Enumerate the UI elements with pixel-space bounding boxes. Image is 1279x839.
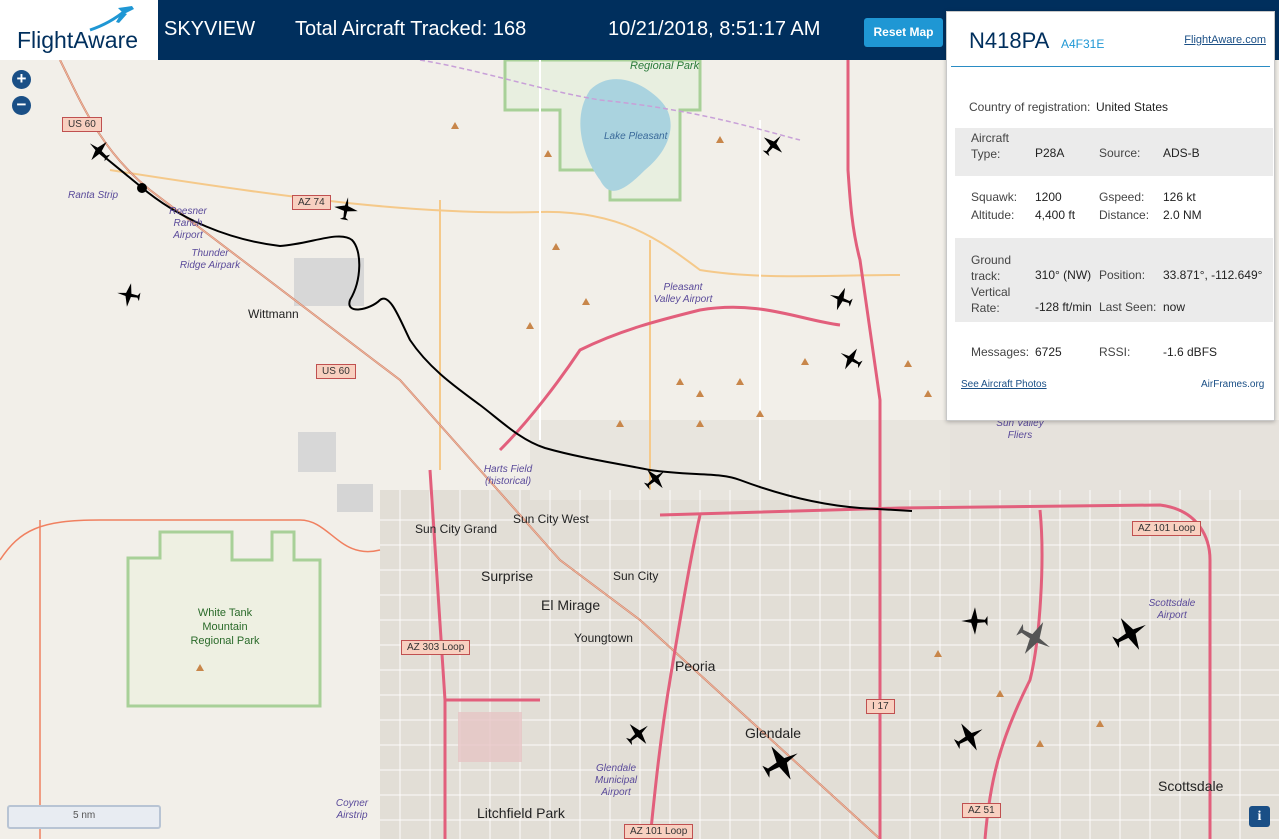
town-label: Scottsdale [1158, 778, 1224, 794]
highway-shield: AZ 51 [962, 803, 1001, 818]
place-label: Ranta Strip [68, 190, 119, 201]
altitude-value: 4,400 ft [1035, 208, 1076, 222]
messages-value: 6725 [1035, 345, 1062, 359]
town-label: Sun City Grand [415, 522, 498, 536]
place-label: Harts Field (historical) [483, 464, 533, 487]
country-label: Country of registration: [969, 100, 1091, 114]
town-label: Sun City West [513, 512, 589, 526]
aircraft-icon[interactable] [952, 720, 986, 754]
aircraft-icon[interactable] [960, 606, 990, 636]
aircraft-icon[interactable] [760, 742, 802, 784]
app-title: SKYVIEW [164, 18, 256, 40]
messages-label: Messages: [971, 345, 1030, 359]
place-label: Scottsdale Airport [1148, 598, 1196, 621]
town-label: El Mirage [541, 597, 601, 613]
tracked-count: Total Aircraft Tracked: 168 [295, 18, 527, 40]
aircraft-icon[interactable] [116, 282, 142, 308]
flightaware-logo[interactable]: FlightAware [0, 0, 158, 60]
aircraft-icon[interactable] [1110, 614, 1150, 654]
aircraft-photos-link[interactable]: See Aircraft Photos [961, 379, 1047, 390]
highway-shield: US 60 [62, 117, 102, 132]
highway-shield: I 17 [866, 699, 895, 714]
place-label: Sun Valley Fliers [996, 418, 1044, 441]
squawk-value: 1200 [1035, 190, 1062, 204]
scale-label: 5 nm [73, 810, 96, 821]
vertical-rate-label: Vertical Rate: [971, 285, 1011, 315]
distance-label: Distance: [1099, 208, 1150, 222]
town-label: Sun City [613, 569, 659, 583]
ground-track-label: Ground track: [971, 253, 1012, 283]
town-label: Wittmann [248, 307, 299, 321]
brand-text: FlightAware [17, 27, 139, 53]
reset-map-button[interactable]: Reset Map [864, 18, 943, 47]
place-label: Thunder Ridge Airpark [179, 248, 241, 271]
rssi-label: RSSI: [1099, 345, 1131, 359]
aircraft-detail-panel: N418PA A4F31E FlightAware.com Country of… [946, 11, 1275, 421]
ground-track-value: 310° (NW) [1035, 268, 1092, 282]
source-value: ADS-B [1163, 146, 1200, 160]
town-label: Glendale [745, 725, 802, 741]
vertical-rate-value: -128 ft/min [1035, 300, 1092, 314]
town-label: Peoria [675, 658, 716, 674]
altitude-label: Altitude: [971, 208, 1015, 222]
country-value: United States [1096, 100, 1169, 114]
last-seen-value: now [1163, 300, 1186, 314]
scale-bar: 5 nm [7, 805, 161, 829]
squawk-label: Squawk: [971, 190, 1018, 204]
last-seen-label: Last Seen: [1099, 300, 1157, 314]
source-label: Source: [1099, 146, 1141, 160]
town-label: Litchfield Park [477, 805, 565, 821]
airframes-link[interactable]: AirFrames.org [1201, 379, 1264, 390]
panel-divider [951, 66, 1270, 67]
position-label: Position: [1099, 268, 1146, 282]
place-label: Pleasant Valley Airport [653, 282, 713, 305]
highway-shield: US 60 [316, 364, 356, 379]
aircraft-type-label: Aircraft Type: [971, 131, 1010, 161]
gspeed-label: Gspeed: [1099, 190, 1145, 204]
aircraft-icon[interactable] [828, 286, 854, 312]
town-label: Surprise [481, 568, 534, 584]
aircraft-hex: A4F31E [1061, 37, 1105, 51]
zoom-out-button[interactable]: − [12, 96, 31, 115]
rssi-value: -1.6 dBFS [1163, 345, 1218, 359]
highway-shield: AZ 74 [292, 195, 331, 210]
zoom-in-button[interactable]: + [12, 70, 31, 89]
town-label: Youngtown [574, 631, 633, 645]
place-label: Roesner Ranch Airport [169, 206, 207, 241]
gspeed-value: 126 kt [1163, 190, 1196, 204]
highway-shield: AZ 101 Loop [624, 824, 694, 839]
position-value: 33.871°, -112.649° [1163, 268, 1263, 282]
highway-shield: AZ 303 Loop [401, 640, 471, 655]
aircraft-icon[interactable] [838, 346, 864, 372]
place-label: White Tank Mountain Regional Park [190, 607, 260, 647]
aircraft-icon[interactable] [624, 720, 652, 748]
aircraft-type-value: P28A [1035, 146, 1065, 160]
info-button[interactable]: i [1249, 806, 1270, 827]
clock: 10/21/2018, 8:51:17 AM [608, 18, 821, 40]
aircraft-registration: N418PA [969, 28, 1050, 53]
aircraft-icon[interactable] [642, 466, 668, 492]
place-label: Glendale Municipal Airport [594, 763, 638, 798]
highway-shield: AZ 101 Loop [1132, 521, 1202, 536]
flightaware-link[interactable]: FlightAware.com [1184, 34, 1266, 46]
aircraft-icon[interactable] [760, 132, 786, 158]
place-label: Coyner Airstrip [335, 798, 369, 821]
distance-value: 2.0 NM [1163, 208, 1202, 222]
place-label: Regional Park [630, 60, 700, 72]
aircraft-icon[interactable] [333, 196, 359, 222]
aircraft-icon[interactable] [1014, 618, 1054, 658]
place-label: Lake Pleasant [604, 131, 668, 142]
aircraft-icon[interactable] [86, 138, 112, 164]
